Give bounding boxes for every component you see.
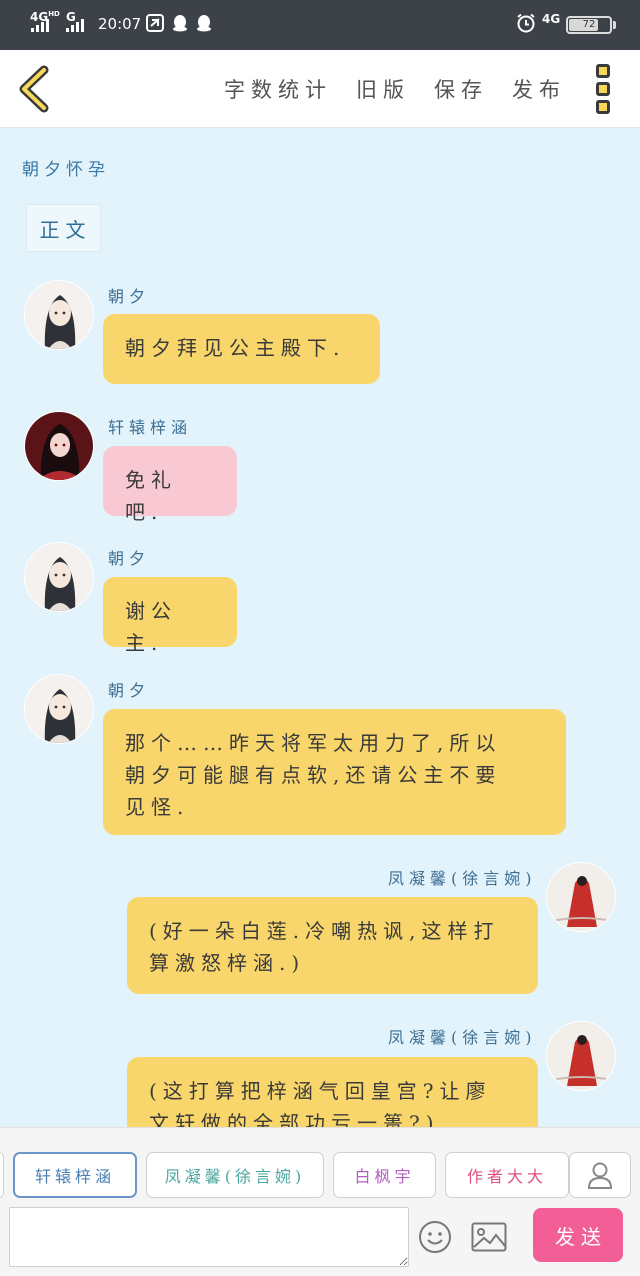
character-button-xuanyuan[interactable]: 轩辕梓涵 (13, 1152, 137, 1198)
message-line: 谢公主. (125, 599, 177, 655)
send-button[interactable]: 发送 (533, 1208, 623, 1262)
avatar-zhaoxi[interactable] (24, 542, 94, 612)
image-icon (471, 1222, 507, 1252)
sender-name: 朝夕 (108, 287, 151, 306)
image-button[interactable] (471, 1222, 507, 1252)
section-tag[interactable]: 正文 (26, 204, 101, 252)
network-4g-label-2: 4G (542, 12, 561, 26)
avatar-fengningxin[interactable] (546, 1021, 616, 1091)
battery-tip (613, 21, 616, 29)
avatar-fengningxin[interactable] (546, 862, 616, 932)
more-menu-icon (596, 64, 610, 78)
message-bubble: 免礼吧. (103, 446, 237, 524)
alarm-icon (516, 13, 536, 33)
sender-name: 朝夕 (108, 549, 151, 568)
toolbar-menu: 字数统计 旧版 保存 发布 (224, 74, 566, 104)
battery-icon: 72 (566, 16, 612, 34)
message-line: (好一朵白莲.冷嘲热讽,这样打 (149, 919, 500, 943)
message-line: 算激怒梓涵.) (149, 951, 306, 975)
character-button-partial[interactable] (0, 1152, 4, 1198)
emoji-button[interactable] (418, 1220, 452, 1254)
qq-icon-2 (194, 13, 214, 33)
add-character-button[interactable] (569, 1152, 631, 1198)
emoji-icon (419, 1221, 451, 1253)
back-button[interactable] (14, 64, 54, 114)
message-line: 朝夕可能腿有点软,还请公主不要 (125, 763, 502, 787)
avatar-xuanyuan[interactable] (24, 411, 94, 481)
old-version-button[interactable]: 旧版 (356, 74, 410, 104)
sender-name: 朝夕 (108, 681, 151, 700)
message-line: (这打算把梓涵气回皇宫?让廖 (149, 1079, 492, 1103)
message-bubble: 朝夕拜见公主殿下. (103, 314, 380, 384)
avatar-zhaoxi[interactable] (24, 280, 94, 350)
signal-icon (31, 18, 49, 32)
top-toolbar: 字数统计 旧版 保存 发布 (0, 50, 640, 128)
message-line: 那个……昨天将军太用力了,所以 (125, 731, 502, 755)
status-bar: 4GHD G 20:07 4G 72 (0, 0, 640, 50)
signal-icon-2 (66, 18, 84, 32)
message-line: 免礼吧. (125, 468, 177, 524)
sender-name: 凤凝馨(徐言婉) (388, 869, 537, 888)
sender-name: 轩辕梓涵 (108, 418, 193, 437)
composer-area: 轩辕梓涵 凤凝馨(徐言婉) 白枫宇 作者大大 发送 (0, 1127, 640, 1276)
more-menu-button[interactable] (596, 64, 612, 114)
sender-name: 凤凝馨(徐言婉) (388, 1028, 537, 1047)
publish-button[interactable]: 发布 (512, 74, 566, 104)
word-count-button[interactable]: 字数统计 (224, 74, 332, 104)
back-chevron-icon (19, 65, 49, 113)
notification-app-icon (145, 13, 165, 33)
message-bubble: 谢公主. (103, 577, 237, 655)
character-button-author[interactable]: 作者大大 (445, 1152, 569, 1198)
message-bubble: (好一朵白莲.冷嘲热讽,这样打 算激怒梓涵.) (127, 897, 538, 994)
message-line: 见怪. (125, 795, 190, 819)
story-title: 朝夕怀孕 (22, 160, 110, 180)
clock-time: 20:07 (98, 15, 142, 33)
message-input[interactable] (9, 1207, 409, 1267)
character-button-fengningxin[interactable]: 凤凝馨(徐言婉) (146, 1152, 324, 1198)
qq-icon (170, 13, 190, 33)
message-line: 朝夕拜见公主殿下. (125, 336, 346, 360)
avatar-zhaoxi[interactable] (24, 674, 94, 744)
message-bubble: 那个……昨天将军太用力了,所以 朝夕可能腿有点软,还请公主不要 见怪. (103, 709, 566, 835)
character-button-baifengyu[interactable]: 白枫宇 (333, 1152, 436, 1198)
save-button[interactable]: 保存 (434, 74, 488, 104)
user-icon (587, 1162, 613, 1189)
